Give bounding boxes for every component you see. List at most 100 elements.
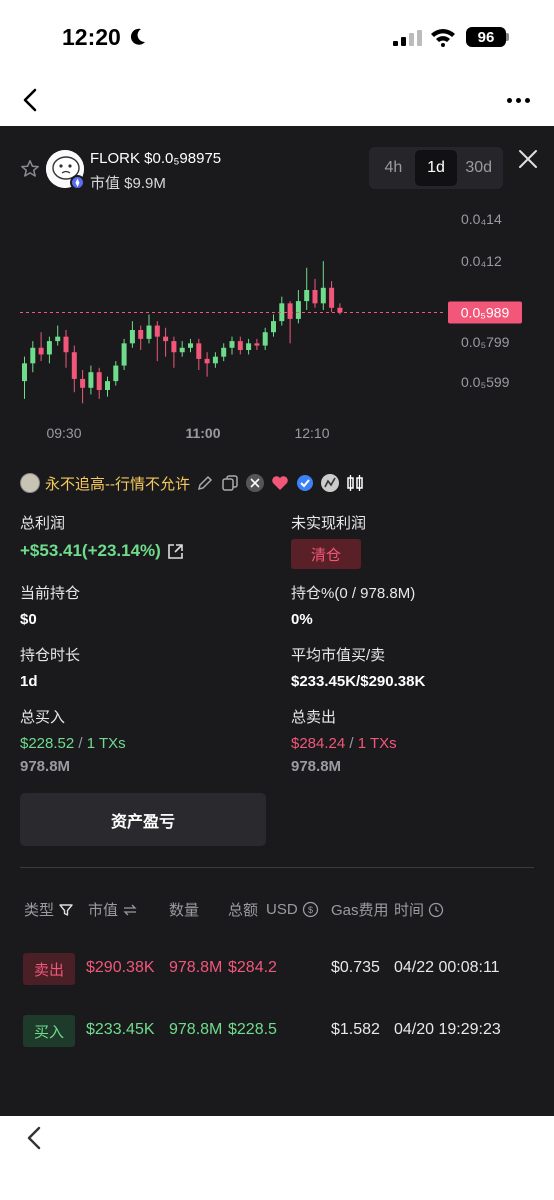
moon-icon [130,28,145,45]
timeframe-30d[interactable]: 30d [457,150,500,186]
candle-body [96,372,102,390]
x-social-icon[interactable] [245,473,265,493]
candle-body [113,365,119,382]
total-buy-qty: 978.8M [20,758,71,775]
candle-body [46,341,52,355]
section-divider [20,867,534,868]
tx-total: $284.2 [228,959,277,976]
close-icon[interactable] [517,148,539,170]
asset-pnl-button[interactable]: 资产盈亏 [20,793,266,846]
tx-gas: $1.582 [331,1021,380,1038]
candle-body [55,336,61,342]
total-buy-line: $228.52 / 1 TXs [20,735,126,752]
total-buy-separator: / [78,735,83,752]
tx-row-sell[interactable]: 卖出 $290.38K 978.8M $284.2 $0.735 04/22 0… [0,953,554,987]
back-arrow-icon[interactable] [20,87,42,113]
header-type[interactable]: 类型 [24,899,74,920]
trade-detail-panel: ⧫ FLORK $0.0₅98975 市值 $9.9M 4h 1d 30d 0.… [0,126,554,1116]
total-sell-txs: 1 TXs [357,735,397,752]
candle-body [212,356,218,364]
tx-qty: 978.8M [169,1021,223,1038]
more-options-icon[interactable] [503,87,533,113]
signal-icon [393,30,422,46]
y-tick-label: 0.0₅799 [461,334,510,350]
current-holding-value: $0 [20,611,37,628]
back-arrow-icon[interactable] [24,1125,44,1151]
candle-body [229,341,235,348]
avg-mcap-value: $233.45K/$290.38K [291,673,426,690]
total-buy-label: 总买入 [20,709,66,726]
trader-avatar[interactable] [20,473,40,493]
candle-body [63,336,69,353]
total-sell-label: 总卖出 [291,709,337,726]
swap-icon[interactable] [122,902,138,918]
tx-time: 04/22 00:08:11 [394,959,500,976]
trader-name[interactable]: 永不追高--行情不允许 [45,473,190,494]
candles-icon[interactable] [345,473,365,493]
header-gas-label: Gas费用 [331,902,389,919]
currency-toggle-icon[interactable]: $ [302,901,319,918]
top-nav [0,75,554,126]
timeframe-4h[interactable]: 4h [372,150,415,186]
total-buy-block: 总买入 $228.52 / 1 TXs 978.8M [20,706,126,775]
price-chart[interactable]: 0.0₅989 0.0₄14 0.0₄12 0.0₅799 0.0₅599 09… [0,204,554,454]
header-qty: 数量 [169,899,199,920]
candle-body [22,363,27,382]
candle-body [146,325,152,339]
battery-indicator: 96 [466,27,506,47]
header-total[interactable]: 总额 USD $ [228,899,319,920]
current-price-label: 0.0₅989 [461,304,510,320]
total-buy-txs: 1 TXs [86,735,126,752]
platform-icon[interactable] [320,473,340,493]
star-icon[interactable] [20,159,40,179]
token-header: ⧫ FLORK $0.0₅98975 市值 $9.9M [20,148,360,198]
avg-mcap-label: 平均市值买/卖 [291,647,386,664]
clear-position-button[interactable]: 清仓 [291,539,361,569]
holding-duration-label: 持仓时长 [20,647,81,664]
x-tick-label: 11:00 [185,425,220,441]
total-profit-block: 总利润 +$53.41(+23.14%) [20,512,184,561]
heart-icon[interactable] [270,473,290,493]
edit-icon[interactable] [195,473,215,493]
filter-icon[interactable] [58,902,74,918]
header-gas: Gas费用 [331,899,389,920]
candle-body [138,330,144,339]
tx-row-buy[interactable]: 买入 $233.45K 978.8M $228.5 $1.582 04/20 1… [0,1015,554,1049]
total-sell-qty: 978.8M [291,758,342,775]
candle-body [262,332,268,346]
candle-body [171,341,177,353]
x-tick-label: 12:10 [294,425,329,441]
verified-badge-icon [297,475,313,491]
external-link-icon[interactable] [167,543,184,560]
tx-gas: $0.735 [331,959,380,976]
current-holding-block: 当前持仓 $0 [20,582,80,628]
candle-body [221,347,227,357]
tx-type-badge: 买入 [23,1015,75,1047]
candle-body [337,307,343,313]
candle-body [163,336,169,342]
header-mcap-label: 市值 [88,902,119,919]
candle-body [80,378,86,388]
header-time-label: 时间 [394,902,425,919]
clock-icon[interactable] [428,902,444,918]
candle-body [105,381,110,390]
candle-body [121,343,127,366]
holding-pct-value: 0% [291,611,313,628]
status-time: 12:20 [62,24,121,50]
header-type-label: 类型 [24,902,55,919]
tx-time: 04/20 19:29:23 [394,1021,501,1038]
header-time[interactable]: 时间 [394,899,444,920]
bottom-bar [0,1116,554,1200]
candle-body [287,303,293,319]
header-mcap[interactable]: 市值 [88,899,138,920]
candle-body [237,341,243,350]
wifi-icon [431,29,455,47]
timeframe-1d[interactable]: 1d [414,150,458,186]
candle-body [71,352,77,379]
candle-body [188,343,193,348]
chain-badge-icon: ⧫ [70,175,85,190]
candle-body [320,287,326,304]
copy-icon[interactable] [220,473,240,493]
tx-table-header: 类型 市值 数量 总额 USD $ Gas费用 时间 [0,896,554,922]
tx-type-badge: 卖出 [23,953,75,985]
